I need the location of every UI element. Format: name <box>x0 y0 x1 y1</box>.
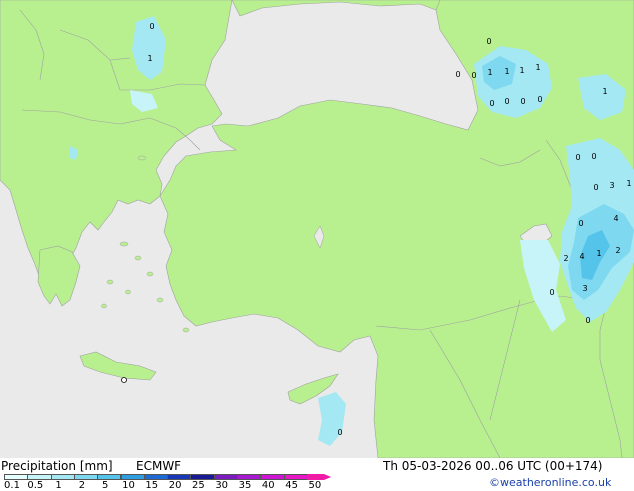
colorbar-segment <box>50 474 75 480</box>
colorbar-tick-label: 20 <box>168 480 182 491</box>
precip-label: 0 <box>578 219 583 228</box>
precip-label: 1 <box>487 68 492 77</box>
colorbar-tick-label: 0.5 <box>27 480 44 491</box>
precip-label: 0 <box>520 97 525 106</box>
colorbar-tick-label: 10 <box>122 480 135 491</box>
colorbar-tick-label: 0.1 <box>4 480 20 491</box>
colorbar-tick-label: 1 <box>55 480 62 491</box>
colorbar-tick-label: 45 <box>285 480 298 491</box>
precip-label: 1 <box>504 67 509 76</box>
colorbar-tick-label: 40 <box>261 480 275 491</box>
colorbar-tick-label: 35 <box>238 480 252 491</box>
colorbar-tick-label: 30 <box>215 480 229 491</box>
precip-label: 0 <box>471 71 476 80</box>
colorbar-tick-label: 2 <box>78 480 86 491</box>
precip-label: 0 <box>337 428 342 437</box>
city-marker <box>121 377 127 383</box>
precip-label: 4 <box>613 214 618 223</box>
colorbar-tick-label: 15 <box>145 480 159 491</box>
precip-label: 2 <box>615 246 620 255</box>
colorbar-tick-label: 50 <box>308 480 322 491</box>
precip-label: 0 <box>149 22 154 31</box>
precip-label: 1 <box>602 87 607 96</box>
precip-label: 0 <box>591 152 596 161</box>
precipitation-map: 0 1 0 0 1 1 1 0 0 0 0 1 0 0 0 3 1 0 1 4 … <box>0 0 634 458</box>
credit-link[interactable]: ©weatheronline.co.uk <box>489 477 611 489</box>
colorbar-tick-label: 5 <box>102 480 109 491</box>
map-canvas: 0 1 0 0 1 1 1 0 0 0 0 1 0 0 0 3 1 0 1 4 … <box>0 0 634 458</box>
precip-label: 0 <box>575 153 580 162</box>
precip-label: 3 <box>609 181 614 190</box>
precip-label: 1 <box>535 63 540 72</box>
precip-label: 3 <box>582 284 587 293</box>
precip-label: 1 <box>147 54 152 63</box>
precip-label: 4 <box>579 252 584 261</box>
precip-label: 0 <box>549 288 554 297</box>
precip-label: 0 <box>486 37 491 46</box>
colorbar-segment <box>97 474 122 480</box>
colorbar-segment <box>73 474 99 480</box>
legend-title: Precipitation [mm] <box>1 459 113 473</box>
precip-label: 0 <box>537 95 542 104</box>
colorbar-tick-label: 25 <box>192 480 205 491</box>
precip-label: 0 <box>585 316 590 325</box>
precip-label: 0 <box>593 183 598 192</box>
precip-label: 1 <box>519 66 524 75</box>
precip-label: 1 <box>626 179 631 188</box>
forecast-datetime: Th 05-03-2026 00..06 UTC (00+174) <box>383 459 603 473</box>
precip-label: 2 <box>563 254 568 263</box>
precip-label: 1 <box>596 249 601 258</box>
precip-label: 0 <box>455 70 460 79</box>
precip-label: 0 <box>504 97 509 106</box>
precip-label: 0 <box>489 99 494 108</box>
model-name: ECMWF <box>136 459 182 473</box>
